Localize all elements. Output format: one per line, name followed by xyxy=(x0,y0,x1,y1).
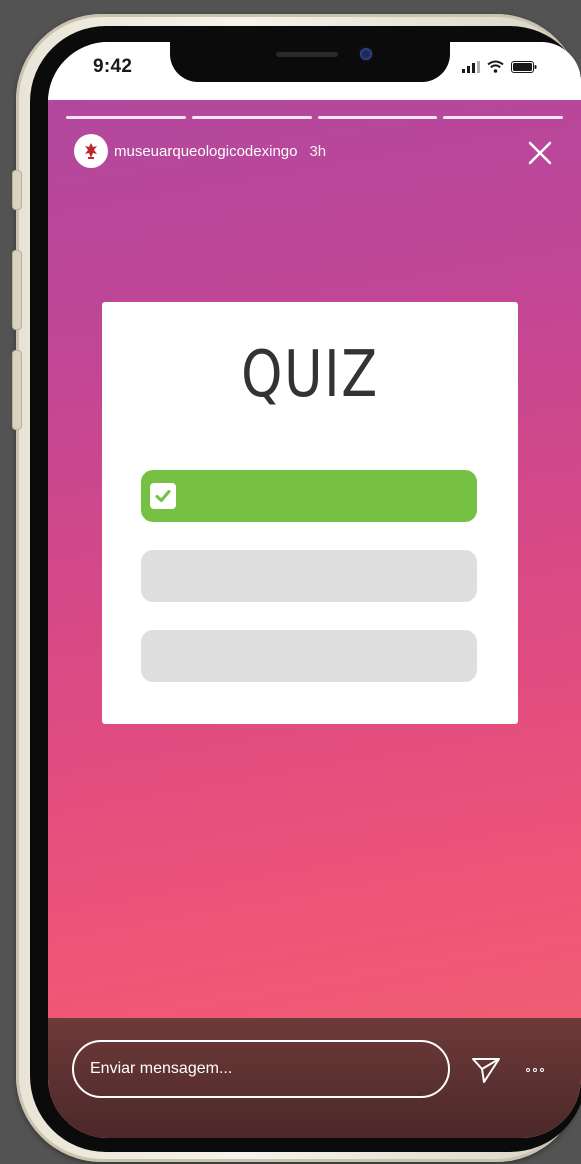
progress-segment xyxy=(191,116,312,119)
quiz-option[interactable] xyxy=(141,550,477,602)
check-icon xyxy=(150,483,176,509)
story-username[interactable]: museuarqueologicodexingo xyxy=(114,143,297,160)
quiz-option-correct[interactable] xyxy=(141,470,477,522)
progress-segment xyxy=(317,116,438,119)
museum-logo-icon xyxy=(79,139,103,163)
progress-segment xyxy=(443,116,563,119)
reply-bar xyxy=(48,1018,581,1138)
progress-segment xyxy=(66,116,186,119)
more-dots-icon[interactable] xyxy=(526,1068,544,1072)
quiz-title: QUIZ xyxy=(241,338,379,412)
battery-icon xyxy=(511,61,537,73)
story-age: 3h xyxy=(309,142,327,160)
notch xyxy=(170,42,450,82)
close-icon[interactable] xyxy=(527,140,553,166)
front-camera xyxy=(360,48,372,60)
message-input[interactable] xyxy=(72,1040,450,1098)
wifi-icon xyxy=(487,60,504,73)
status-bar: 9:42 xyxy=(48,42,581,100)
quiz-card: QUIZ xyxy=(102,302,518,724)
paper-plane-icon[interactable] xyxy=(470,1054,502,1086)
volume-up-button xyxy=(12,250,22,330)
story-view[interactable]: museuarqueologicodexingo 3h QUIZ xyxy=(48,100,581,1138)
status-icons xyxy=(462,60,537,73)
phone-screen: 9:42 museuarqueologicodexingo 3h QUIZ En… xyxy=(48,42,581,1138)
story-header[interactable]: museuarqueologicodexingo 3h xyxy=(76,136,326,166)
signal-icon xyxy=(462,61,480,73)
avatar[interactable] xyxy=(76,136,106,166)
mute-switch xyxy=(12,170,22,210)
volume-down-button xyxy=(12,350,22,430)
status-time: 9:42 xyxy=(93,56,133,77)
quiz-option[interactable] xyxy=(141,630,477,682)
speaker-grille xyxy=(276,52,338,57)
story-progress-bars xyxy=(66,116,563,119)
